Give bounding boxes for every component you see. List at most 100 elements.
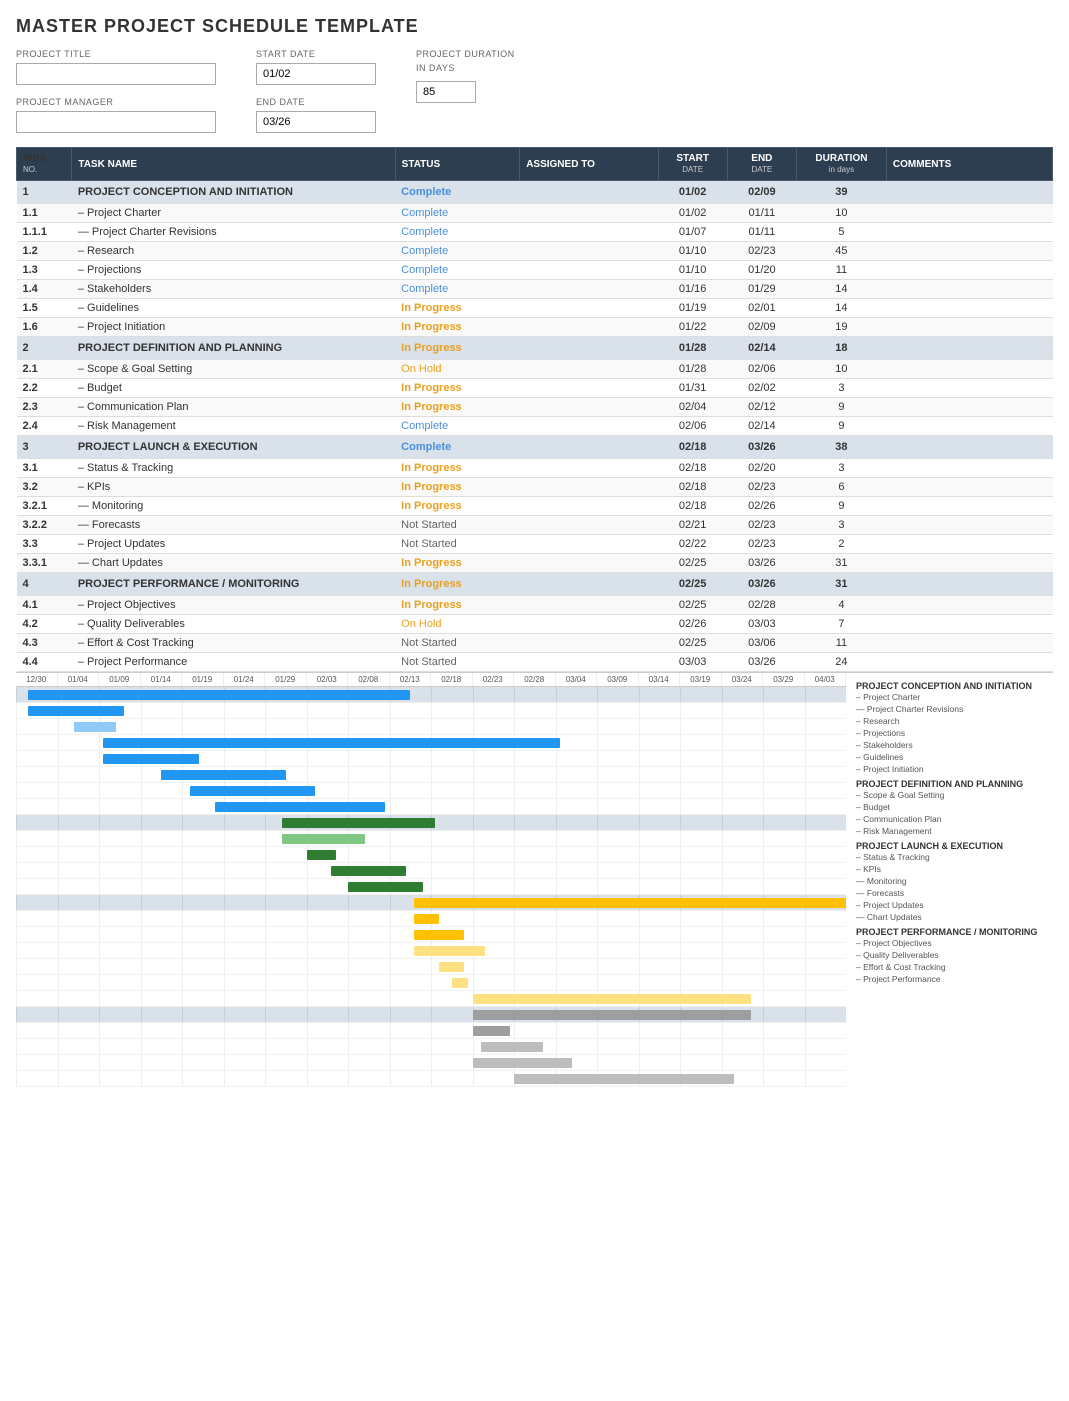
grid-line [597,783,598,798]
table-row: 4 PROJECT PERFORMANCE / MONITORING In Pr… [17,573,1053,596]
grid-line [514,927,515,942]
grid-line [390,927,391,942]
legend-item: – KPIs [856,863,1053,875]
cell-start: 01/28 [658,337,727,360]
cell-start: 01/02 [658,204,727,223]
cell-status: In Progress [395,554,520,573]
grid-line [390,1039,391,1054]
cell-start: 01/28 [658,360,727,379]
grid-line [722,799,723,814]
grid-line [182,831,183,846]
project-manager-input[interactable] [16,111,216,133]
grid-line [348,703,349,718]
cell-wbs: 2.1 [17,360,72,379]
cell-task: – Project Initiation [72,318,395,337]
grid-line [514,959,515,974]
table-row: 1.5 – Guidelines In Progress 01/19 02/01… [17,299,1053,318]
grid-line [16,751,17,766]
cell-wbs: 4.4 [17,653,72,672]
header-duration: DURATIONin days [796,148,886,181]
grid-line [224,831,225,846]
gantt-section: 12/3001/0401/0901/1401/1901/2401/2902/03… [16,672,1053,1087]
legend-item: – Status & Tracking [856,851,1053,863]
cell-status: In Progress [395,379,520,398]
cell-end: 03/26 [727,436,796,459]
grid-line [224,703,225,718]
grid-line [639,1039,640,1054]
grid-line [16,847,17,862]
grid-line [307,719,308,734]
duration-input[interactable] [416,81,476,103]
grid-line [58,847,59,862]
start-date-input[interactable] [256,63,376,85]
end-date-input[interactable] [256,111,376,133]
grid-line [722,1055,723,1070]
project-title-input[interactable] [16,63,216,85]
gantt-bar [103,754,198,764]
grid-line [597,863,598,878]
legend-item: – Research [856,715,1053,727]
grid-line [265,943,266,958]
cell-status: Complete [395,261,520,280]
cell-end: 01/11 [727,223,796,242]
grid-line [348,1071,349,1086]
table-row: 4.4 – Project Performance Not Started 03… [17,653,1053,672]
table-row: 3.3 – Project Updates Not Started 02/22 … [17,535,1053,554]
gantt-bar [452,978,469,988]
grid-line [390,975,391,990]
cell-wbs: 2.3 [17,398,72,417]
grid-line [556,911,557,926]
grid-line [763,687,764,702]
grid-line [514,799,515,814]
grid-line [597,847,598,862]
gantt-row [16,1023,846,1039]
grid-line [58,1055,59,1070]
grid-line [99,863,100,878]
grid-line [514,863,515,878]
table-body: 1 PROJECT CONCEPTION AND INITIATION Comp… [17,181,1053,672]
cell-end: 01/29 [727,280,796,299]
gantt-date-label: 03/14 [639,673,681,686]
grid-line [307,879,308,894]
table-row: 2 PROJECT DEFINITION AND PLANNING In Pro… [17,337,1053,360]
table-row: 1.1.1 — Project Charter Revisions Comple… [17,223,1053,242]
grid-line [182,719,183,734]
cell-duration: 7 [796,615,886,634]
grid-line [348,927,349,942]
legend-item: – Project Performance [856,973,1053,985]
grid-line [307,991,308,1006]
grid-line [597,767,598,782]
cell-task: – Status & Tracking [72,459,395,478]
grid-line [390,703,391,718]
cell-status: On Hold [395,615,520,634]
grid-line [141,879,142,894]
grid-line [99,927,100,942]
grid-line [141,991,142,1006]
grid-line [597,943,598,958]
cell-assigned [520,261,658,280]
grid-line [348,911,349,926]
grid-line [390,799,391,814]
grid-line [639,783,640,798]
grid-line [556,927,557,942]
cell-assigned [520,379,658,398]
gantt-header: 12/3001/0401/0901/1401/1901/2401/2902/03… [16,673,846,687]
cell-wbs: 3.3 [17,535,72,554]
cell-assigned [520,653,658,672]
grid-line [556,783,557,798]
grid-line [473,719,474,734]
grid-line [224,991,225,1006]
cell-task: — Forecasts [72,516,395,535]
grid-line [348,991,349,1006]
grid-line [805,991,806,1006]
grid-line [16,863,17,878]
table-row: 2.4 – Risk Management Complete 02/06 02/… [17,417,1053,436]
gantt-bar [414,930,464,940]
cell-wbs: 1.6 [17,318,72,337]
grid-line [265,1055,266,1070]
grid-line [265,751,266,766]
gantt-date-label: 02/23 [473,673,515,686]
gantt-row [16,895,846,911]
cell-wbs: 1.3 [17,261,72,280]
cell-status: Complete [395,280,520,299]
